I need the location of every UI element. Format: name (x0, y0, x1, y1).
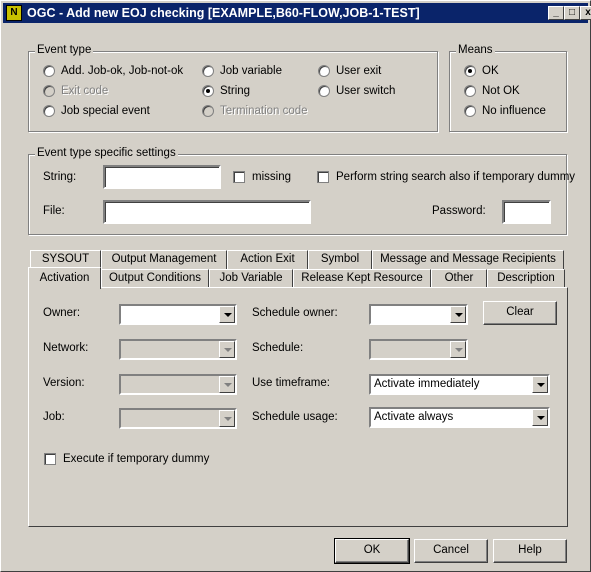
schedule-usage-label: Schedule usage: (252, 411, 338, 423)
chevron-down-icon (219, 410, 235, 427)
radio-label: String (220, 85, 251, 97)
minimize-button[interactable]: _ (548, 6, 564, 20)
ok-button[interactable]: OK (334, 538, 410, 564)
maximize-button[interactable]: □ (564, 6, 580, 20)
radio-string[interactable]: String (202, 85, 250, 97)
string-input[interactable] (103, 165, 221, 189)
version-label: Version: (43, 377, 85, 389)
radio-label: Termination code (220, 105, 308, 117)
radio-add-job-ok[interactable]: Add. Job-ok, Job-not-ok (43, 65, 183, 77)
chevron-down-icon (219, 306, 235, 323)
tab-message-recipients[interactable]: Message and Message Recipients (372, 250, 564, 269)
radio-dot (318, 65, 330, 77)
file-input[interactable] (103, 200, 311, 224)
radio-label: OK (482, 65, 499, 77)
event-type-group-label: Event type (35, 44, 94, 56)
radio-dot (464, 65, 476, 77)
radio-dot (202, 65, 214, 77)
perform-string-search-checkbox[interactable]: Perform string search also if temporary … (317, 171, 575, 183)
radio-dot (202, 85, 214, 97)
job-select (119, 408, 237, 429)
radio-label: Exit code (61, 85, 109, 97)
schedule-owner-label: Schedule owner: (252, 307, 338, 319)
chevron-down-icon (532, 376, 548, 393)
radio-label: No influence (482, 105, 546, 117)
job-label: Job: (43, 411, 65, 423)
select-value: Activate immediately (374, 378, 480, 390)
tab-release-kept-resource[interactable]: Release Kept Resource (293, 269, 431, 288)
radio-label: User switch (336, 85, 396, 97)
close-button[interactable]: x (580, 6, 591, 20)
radio-label: Job variable (220, 65, 283, 77)
radio-label: Not OK (482, 85, 520, 97)
checkbox-label: missing (252, 171, 291, 183)
tab-other[interactable]: Other (431, 269, 487, 288)
app-icon: N (6, 5, 22, 21)
radio-means-no-influence[interactable]: No influence (464, 105, 546, 117)
checkbox-label: Execute if temporary dummy (63, 453, 210, 465)
owner-label: Owner: (43, 307, 81, 319)
radio-label: Add. Job-ok, Job-not-ok (61, 65, 184, 77)
radio-dot (318, 85, 330, 97)
tab-description[interactable]: Description (487, 269, 565, 288)
radio-exit-code: Exit code (43, 85, 108, 97)
chevron-down-icon (532, 409, 548, 426)
dialog-window: N OGC - Add new EOJ checking [EXAMPLE,B6… (0, 0, 591, 572)
schedule-select (369, 339, 468, 360)
network-select (119, 339, 237, 360)
radio-means-ok[interactable]: OK (464, 65, 499, 77)
radio-user-switch[interactable]: User switch (318, 85, 395, 97)
radio-dot (43, 65, 55, 77)
means-group-label: Means (456, 44, 495, 56)
schedule-label: Schedule: (252, 342, 304, 354)
help-button[interactable]: Help (493, 539, 567, 563)
cancel-button[interactable]: Cancel (414, 539, 488, 563)
chevron-down-icon (450, 341, 466, 358)
specific-settings-group-label: Event type specific settings (35, 147, 178, 159)
tab-symbol[interactable]: Symbol (308, 250, 372, 269)
clear-button[interactable]: Clear (483, 301, 557, 325)
network-label: Network: (43, 342, 89, 354)
tab-action-exit[interactable]: Action Exit (227, 250, 308, 269)
radio-dot (202, 105, 214, 117)
radio-label: Job special event (61, 105, 150, 117)
schedule-usage-select[interactable]: Activate always (369, 407, 550, 428)
use-timeframe-select[interactable]: Activate immediately (369, 374, 550, 395)
checkbox-box (317, 171, 329, 183)
file-label: File: (43, 205, 65, 217)
schedule-owner-select[interactable] (369, 304, 468, 325)
radio-job-special-event[interactable]: Job special event (43, 105, 150, 117)
version-select (119, 374, 237, 395)
radio-termination-code: Termination code (202, 105, 308, 117)
select-value: Activate always (374, 411, 454, 423)
title-bar[interactable]: N OGC - Add new EOJ checking [EXAMPLE,B6… (3, 3, 591, 23)
tab-activation[interactable]: Activation (28, 267, 101, 289)
missing-checkbox[interactable]: missing (233, 171, 291, 183)
radio-label: User exit (336, 65, 382, 77)
chevron-down-icon (450, 306, 466, 323)
radio-dot (464, 85, 476, 97)
password-input[interactable] (502, 200, 551, 224)
radio-dot (464, 105, 476, 117)
checkbox-box (233, 171, 245, 183)
radio-dot (43, 85, 55, 97)
checkbox-box (44, 453, 56, 465)
execute-if-dummy-checkbox[interactable]: Execute if temporary dummy (44, 453, 209, 465)
chevron-down-icon (219, 341, 235, 358)
chevron-down-icon (219, 376, 235, 393)
radio-user-exit[interactable]: User exit (318, 65, 381, 77)
password-label: Password: (432, 205, 486, 217)
tab-job-variable[interactable]: Job Variable (209, 269, 293, 288)
owner-select[interactable] (119, 304, 237, 325)
window-title: OGC - Add new EOJ checking [EXAMPLE,B60-… (27, 6, 420, 20)
string-label: String: (43, 171, 77, 183)
radio-dot (43, 105, 55, 117)
tab-output-conditions[interactable]: Output Conditions (101, 269, 209, 288)
tab-output-management[interactable]: Output Management (101, 250, 227, 269)
use-timeframe-label: Use timeframe: (252, 377, 330, 389)
radio-job-variable[interactable]: Job variable (202, 65, 282, 77)
checkbox-label: Perform string search also if temporary … (336, 171, 576, 183)
radio-means-not-ok[interactable]: Not OK (464, 85, 520, 97)
